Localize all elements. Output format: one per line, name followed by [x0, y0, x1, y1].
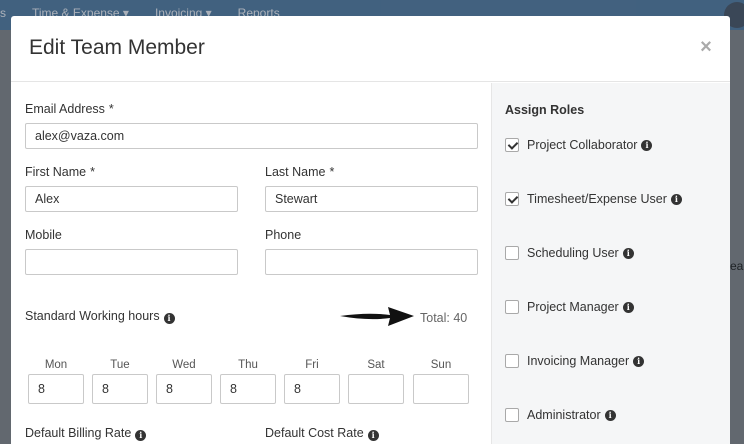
day-label-thu: Thu	[238, 359, 258, 371]
phone-field[interactable]	[265, 249, 478, 275]
working-hours-label: Standard Working hours i	[25, 309, 175, 324]
working-hours-total: Total: 40	[420, 311, 468, 325]
email-label: Email Address *	[25, 102, 114, 116]
info-icon[interactable]: i	[135, 430, 147, 441]
hours-input-wed[interactable]	[156, 374, 212, 404]
check-icon[interactable]	[505, 192, 519, 206]
modal-header: Edit Team Member ×	[11, 16, 730, 82]
info-icon[interactable]: i	[163, 313, 175, 324]
day-label-wed: Wed	[172, 359, 196, 371]
role-administrator[interactable]: Administrator i	[505, 408, 616, 422]
role-checkbox[interactable]	[505, 300, 519, 314]
role-project-collaborator[interactable]: Project Collaborator i	[505, 138, 653, 152]
day-label-tue: Tue	[110, 359, 130, 371]
hours-input-fri[interactable]	[284, 374, 340, 404]
modal-title: Edit Team Member	[29, 36, 205, 59]
last-name-field[interactable]	[265, 186, 478, 212]
arrow-right-icon	[340, 307, 414, 326]
day-label-mon: Mon	[44, 359, 68, 371]
close-icon[interactable]: ×	[695, 36, 717, 58]
info-icon[interactable]: i	[604, 409, 616, 421]
role-invoicing-manager[interactable]: Invoicing Manager i	[505, 354, 645, 368]
hours-input-tue[interactable]	[92, 374, 148, 404]
role-timesheet-expense-user[interactable]: Timesheet/Expense User i	[505, 192, 682, 206]
last-name-label: Last Name *	[265, 165, 335, 179]
first-name-label: First Name *	[25, 165, 95, 179]
info-icon[interactable]: i	[622, 247, 634, 259]
info-icon[interactable]: i	[633, 355, 645, 367]
day-label-sun: Sun	[430, 359, 452, 371]
role-scheduling-user[interactable]: Scheduling User i	[505, 246, 634, 260]
member-details-form: Email Address* First Name* Last Name* Mo…	[11, 83, 491, 444]
background-text: ear	[730, 259, 744, 273]
assign-roles-panel: Assign Roles Project Collaborator i Time…	[491, 83, 730, 444]
default-billing-rate-label: Default Billing Rate i	[25, 426, 147, 441]
hours-input-sun[interactable]	[413, 374, 469, 404]
day-label-sat: Sat	[367, 359, 385, 371]
edit-team-member-modal: Edit Team Member × Email Address* First …	[11, 16, 730, 444]
role-checkbox[interactable]	[505, 354, 519, 368]
hours-input-thu[interactable]	[220, 374, 276, 404]
role-checkbox[interactable]	[505, 246, 519, 260]
info-icon[interactable]: i	[367, 430, 379, 441]
mobile-field[interactable]	[25, 249, 238, 275]
hours-input-sat[interactable]	[348, 374, 404, 404]
day-label-fri: Fri	[305, 359, 319, 371]
default-cost-rate-label: Default Cost Rate i	[265, 426, 379, 441]
check-icon[interactable]	[505, 138, 519, 152]
nav-item-0: s	[0, 6, 6, 20]
role-project-manager[interactable]: Project Manager i	[505, 300, 634, 314]
role-checkbox[interactable]	[505, 408, 519, 422]
first-name-field[interactable]	[25, 186, 238, 212]
hours-input-mon[interactable]	[28, 374, 84, 404]
info-icon[interactable]: i	[641, 139, 653, 151]
phone-label: Phone	[265, 228, 302, 242]
info-icon[interactable]: i	[670, 193, 682, 205]
assign-roles-title: Assign Roles	[505, 103, 585, 117]
info-icon[interactable]: i	[622, 301, 634, 313]
email-field[interactable]	[25, 123, 478, 149]
mobile-label: Mobile	[25, 228, 62, 242]
